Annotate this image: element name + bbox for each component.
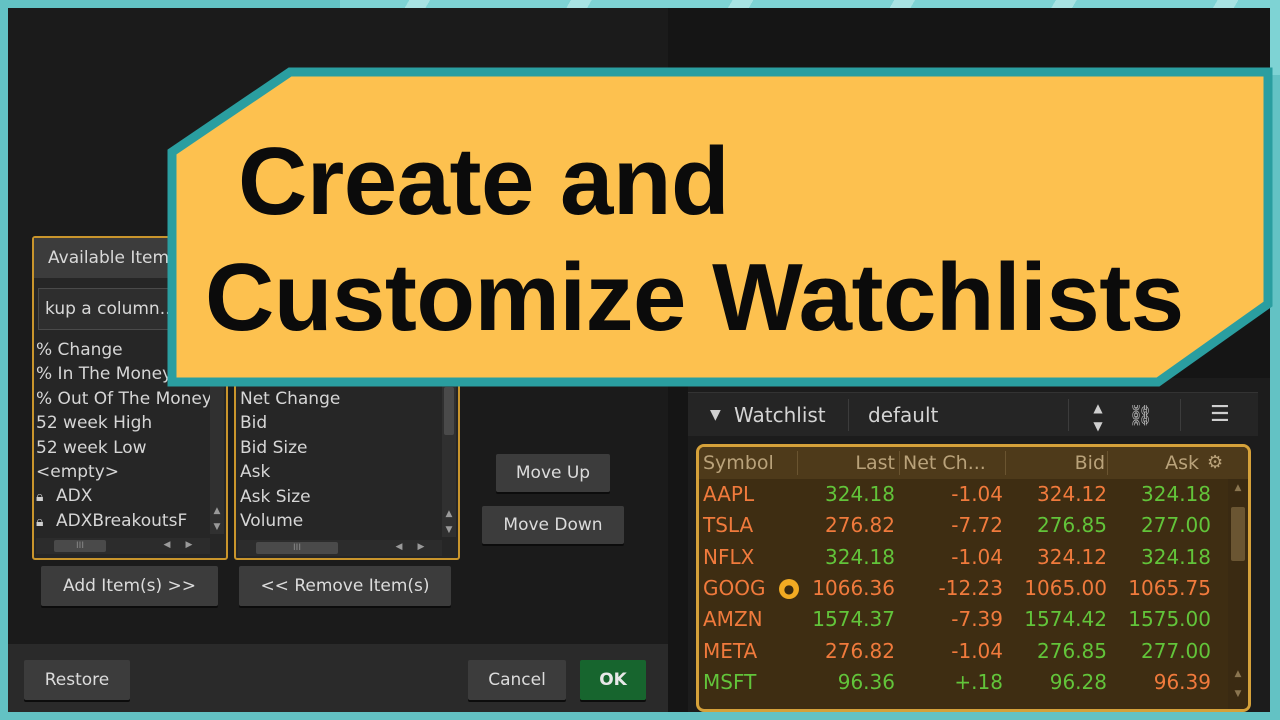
title-banner (167, 67, 1273, 387)
banner-title-line-2: Customize Watchlists (205, 244, 1184, 351)
thumbnail-stage: Available Items kup a column... % Change… (0, 0, 1280, 720)
banner-title-line-1: Create and (238, 128, 730, 235)
